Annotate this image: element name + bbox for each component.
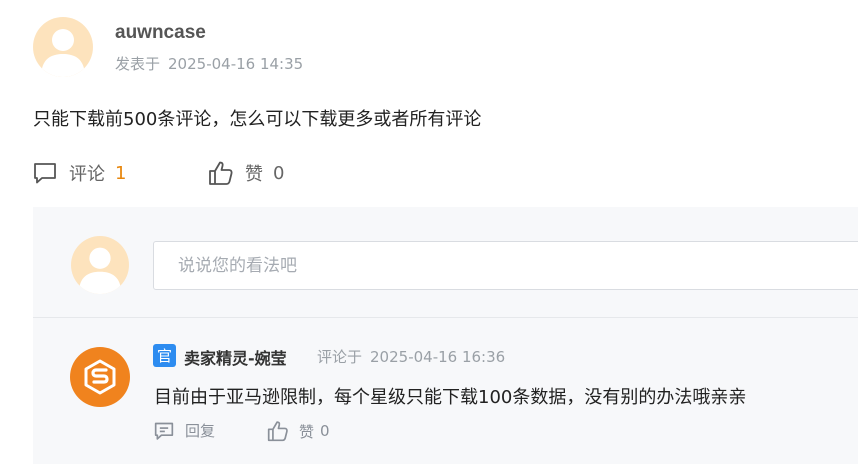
reply-meta: 评论于 2025-04-16 16:36 [317, 346, 505, 367]
posted-label: 发表于 [115, 55, 161, 73]
posted-time: 2025-04-16 14:35 [168, 55, 304, 73]
official-badge: 官 [153, 344, 176, 367]
like-label: 赞 [245, 164, 263, 185]
like-button[interactable]: 赞 0 [208, 160, 284, 186]
post-author-name[interactable]: auwncase [115, 22, 206, 44]
reply-like-count: 0 [320, 422, 330, 440]
user-avatar[interactable] [33, 17, 93, 77]
reply-author-avatar[interactable] [70, 347, 130, 407]
reply-author-name[interactable]: 卖家精灵-婉莹 [184, 345, 287, 369]
reply-button[interactable]: 回复 [153, 420, 215, 441]
thumbs-up-icon [209, 161, 233, 185]
current-user-avatar [71, 236, 129, 294]
reply-body: 目前由于亚马逊限制，每个星级只能下载100条数据，没有别的办法哦亲亲 [154, 387, 747, 408]
comment-icon [154, 422, 174, 440]
brand-logo-icon [84, 359, 116, 395]
comment-icon [34, 163, 56, 184]
comment-count: 1 [115, 162, 127, 184]
commented-time: 2025-04-16 16:36 [370, 348, 506, 366]
comment-input[interactable] [153, 241, 858, 290]
reply-like-label: 赞 [299, 422, 315, 441]
comment-button[interactable]: 评论 1 [32, 160, 126, 186]
like-count: 0 [273, 162, 285, 184]
post-meta: 发表于 2025-04-16 14:35 [115, 53, 303, 74]
commented-label: 评论于 [317, 348, 363, 366]
comment-label: 评论 [69, 164, 105, 185]
thumbs-up-icon [267, 421, 288, 442]
user-avatar-icon [41, 29, 85, 77]
divider [33, 317, 858, 318]
user-avatar-icon [78, 247, 122, 294]
reply-label: 回复 [185, 422, 216, 440]
post-body: 只能下载前500条评论，怎么可以下载更多或者所有评论 [33, 109, 482, 130]
reply-like-button[interactable]: 赞 0 [267, 420, 330, 442]
